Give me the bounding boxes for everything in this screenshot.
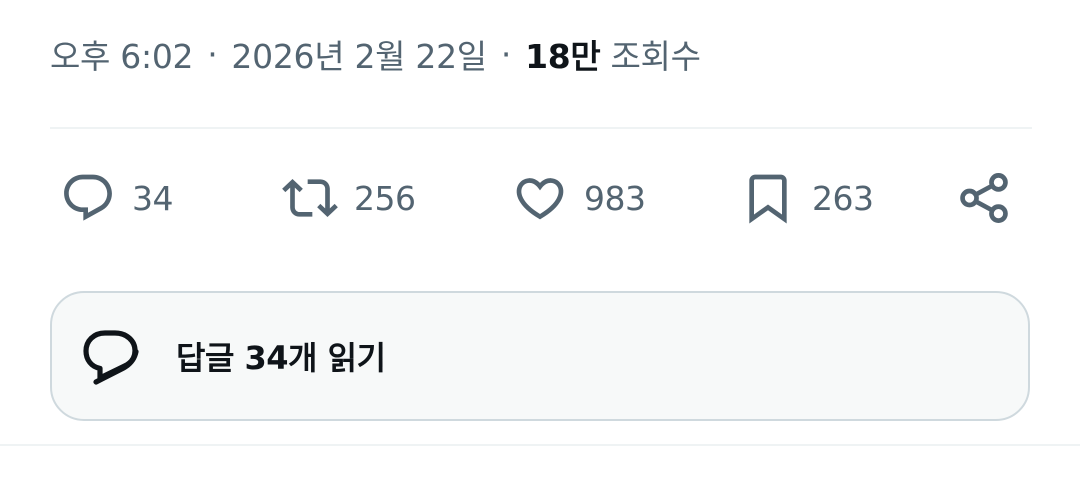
replies-bubble-icon	[83, 330, 139, 385]
tweet-meta: 오후 6:02 · 2026년 2월 22일 · 18만 조회수	[50, 30, 701, 78]
tweet-time[interactable]: 오후 6:02	[50, 30, 194, 78]
divider	[50, 127, 1032, 129]
heart-icon	[516, 178, 564, 220]
like-count: 983	[584, 178, 646, 218]
bookmark-count: 263	[812, 178, 874, 218]
share-button[interactable]	[956, 165, 1012, 231]
retweet-icon	[282, 179, 338, 217]
views-label: 조회수	[610, 37, 701, 76]
read-replies-label: 답글 34개 읽기	[176, 339, 386, 377]
meta-separator: ·	[500, 34, 512, 74]
tweet-date[interactable]: 2026년 2월 22일	[231, 30, 487, 78]
divider	[0, 444, 1080, 446]
read-replies-button[interactable]: 답글 34개 읽기	[50, 291, 1030, 421]
reply-count: 34	[132, 178, 174, 218]
bookmark-icon	[749, 174, 787, 224]
meta-separator: ·	[207, 34, 218, 74]
retweet-button[interactable]: 256	[282, 165, 416, 231]
reply-button[interactable]: 34	[60, 165, 174, 231]
action-bar: 34 256 983 263	[50, 165, 1032, 231]
reply-icon	[64, 174, 112, 221]
views-count: 18만	[525, 37, 601, 76]
retweet-count: 256	[354, 178, 416, 218]
share-icon	[960, 173, 1008, 223]
bookmark-button[interactable]: 263	[740, 165, 874, 231]
like-button[interactable]: 983	[512, 165, 646, 231]
